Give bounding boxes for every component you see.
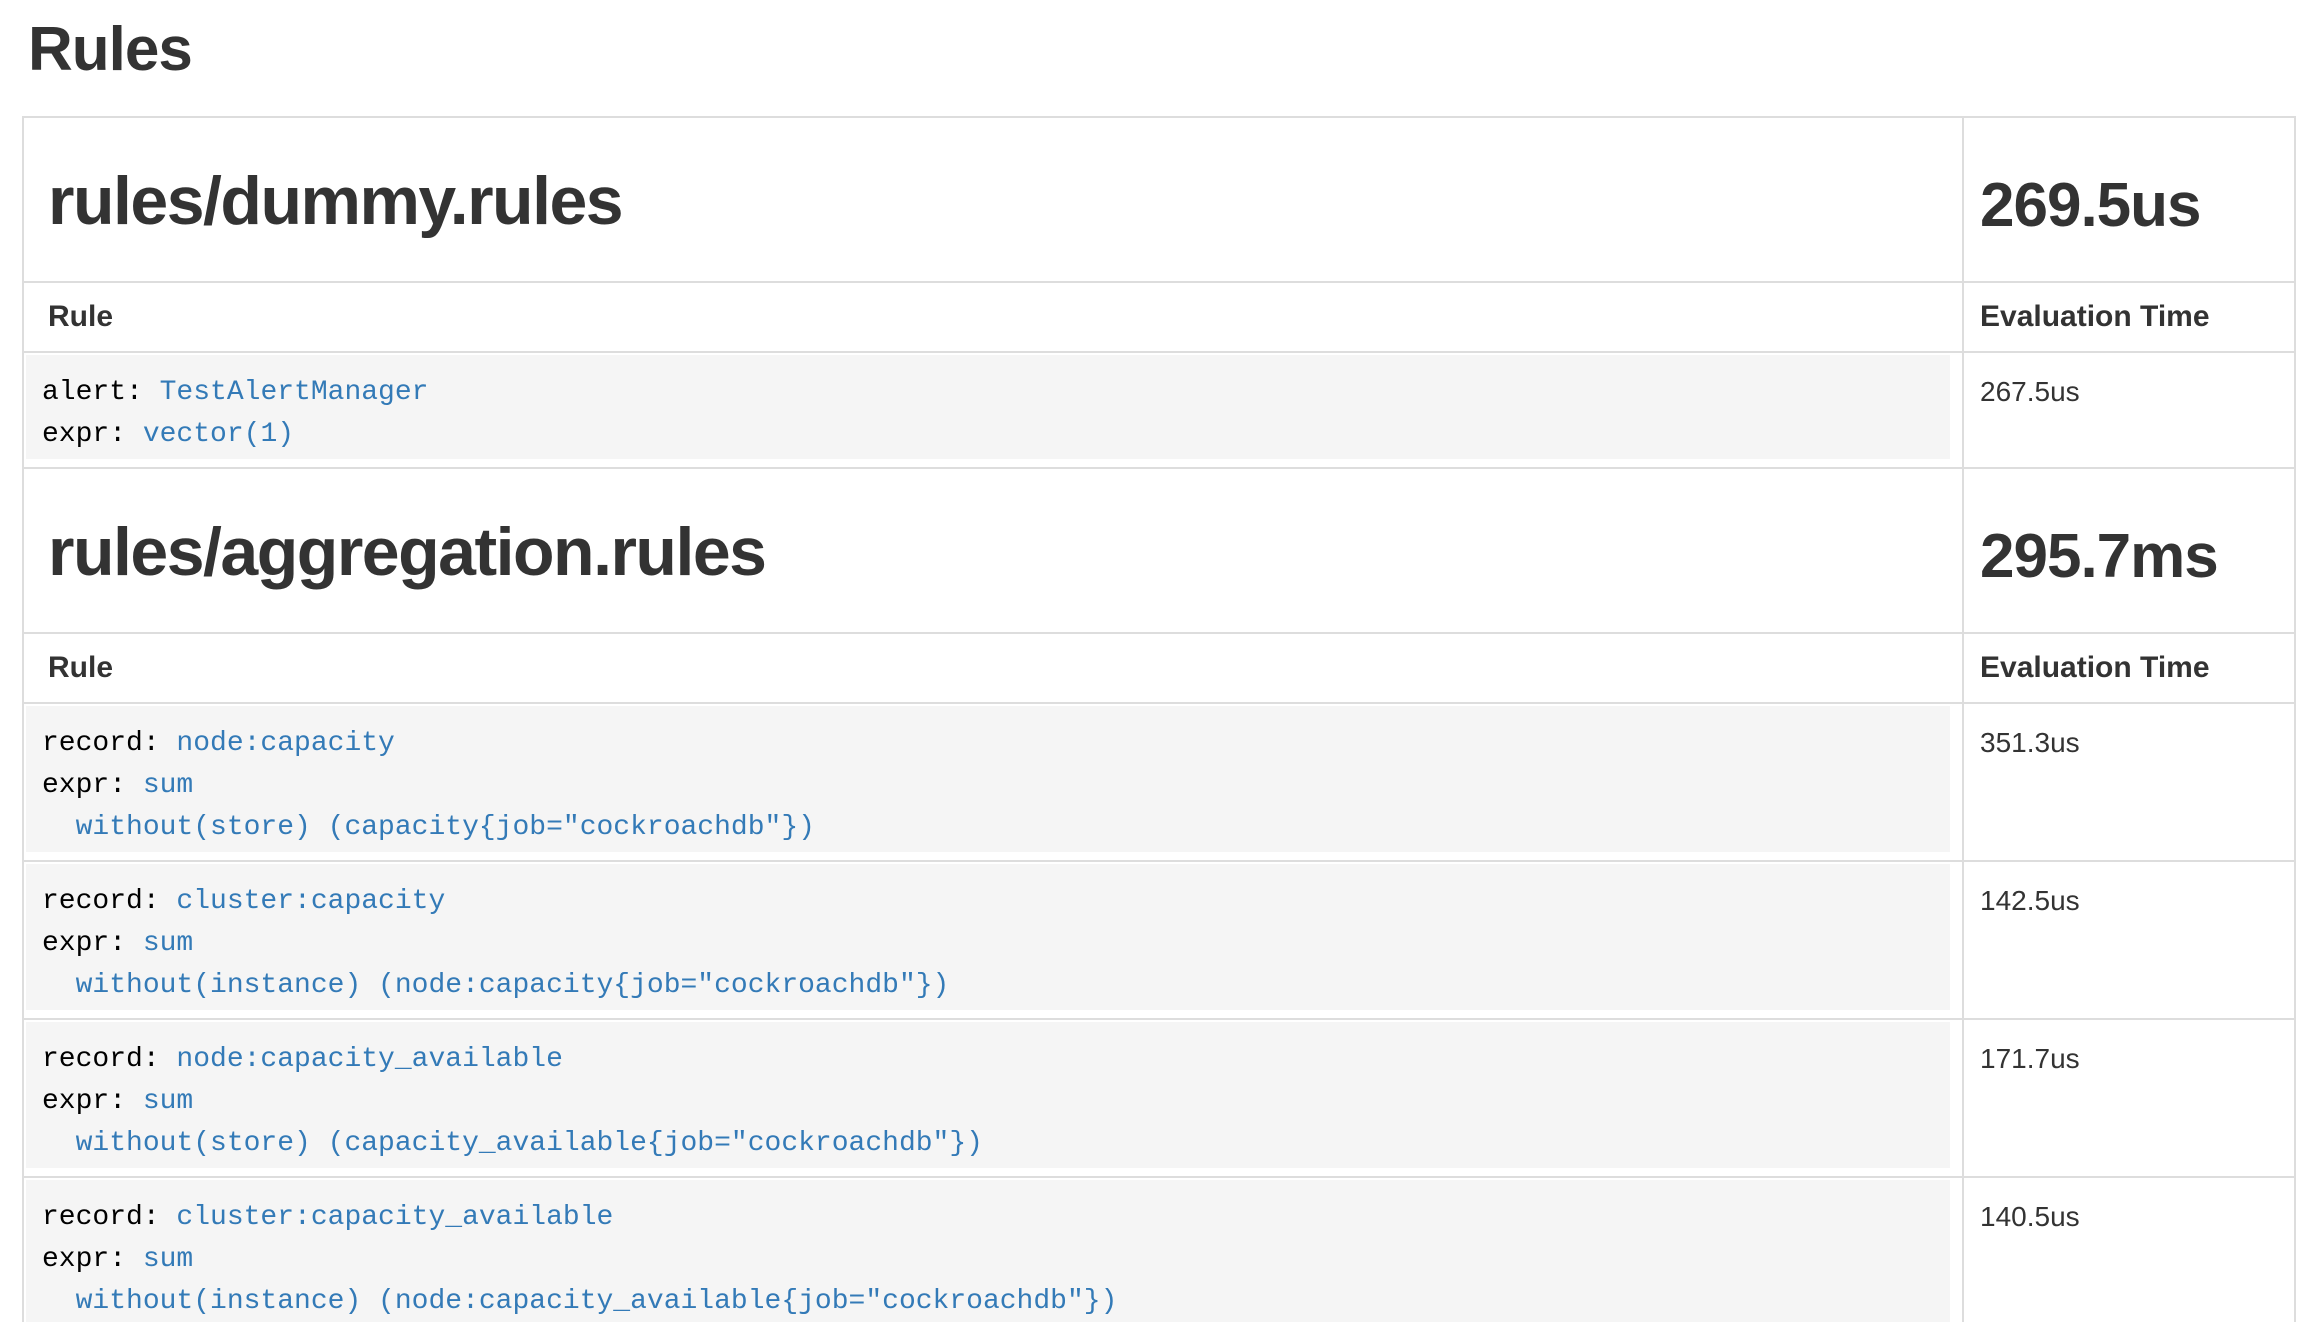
page-title: Rules — [28, 16, 2296, 84]
time-column-header: Evaluation Time — [1963, 633, 2295, 703]
code-line: expr: vector(1) — [42, 414, 1926, 456]
code-line: without(store) (capacity{job="cockroachd… — [42, 807, 1926, 849]
code-line: without(instance) (node:capacity_availab… — [42, 1281, 1926, 1322]
rule-link[interactable]: node:capacity_available — [176, 1044, 562, 1075]
group-header-row: rules/dummy.rules 269.5us — [23, 117, 2295, 282]
rule-link[interactable]: vector(1) — [143, 419, 294, 450]
rule-evaluation-time: 171.7us — [1963, 1019, 2295, 1177]
rule-link[interactable]: without(instance) (node:capacity{job="co… — [42, 970, 949, 1001]
rule-link[interactable]: sum — [143, 1244, 193, 1275]
rule-link[interactable]: node:capacity — [176, 728, 394, 759]
code-text: expr: — [42, 770, 143, 801]
code-line: expr: sum — [42, 1081, 1926, 1123]
code-text: alert: — [42, 377, 160, 408]
rule-code-cell: alert: TestAlertManagerexpr: vector(1) — [23, 352, 1963, 468]
rule-row: record: cluster:capacityexpr: sum withou… — [23, 861, 2295, 1019]
rule-code-block: record: node:capacity_availableexpr: sum… — [26, 1022, 1950, 1168]
code-text: expr: — [42, 1244, 143, 1275]
rule-link[interactable]: cluster:capacity — [176, 886, 445, 917]
rule-code-cell: record: node:capacity_availableexpr: sum… — [23, 1019, 1963, 1177]
group-file-name: rules/aggregation.rules — [23, 468, 1963, 633]
code-line: record: node:capacity — [42, 723, 1926, 765]
rule-link[interactable]: sum — [143, 770, 193, 801]
code-text: record: — [42, 1044, 176, 1075]
rule-code-block: record: cluster:capacity_availableexpr: … — [26, 1180, 1950, 1322]
code-text: expr: — [42, 1086, 143, 1117]
rule-link[interactable]: cluster:capacity_available — [176, 1202, 613, 1233]
code-line: expr: sum — [42, 923, 1926, 965]
group-file-name: rules/dummy.rules — [23, 117, 1963, 282]
code-line: alert: TestAlertManager — [42, 372, 1926, 414]
rule-code-cell: record: cluster:capacity_availableexpr: … — [23, 1177, 1963, 1322]
rule-link[interactable]: without(store) (capacity{job="cockroachd… — [42, 812, 815, 843]
rule-link[interactable]: without(store) (capacity_available{job="… — [42, 1128, 983, 1159]
rule-row: alert: TestAlertManagerexpr: vector(1) 2… — [23, 352, 2295, 468]
rule-code-cell: record: cluster:capacityexpr: sum withou… — [23, 861, 1963, 1019]
code-text: record: — [42, 728, 176, 759]
code-text: record: — [42, 886, 176, 917]
code-line: expr: sum — [42, 1239, 1926, 1281]
column-header-row: Rule Evaluation Time — [23, 633, 2295, 703]
rule-evaluation-time: 351.3us — [1963, 703, 2295, 861]
code-text: expr: — [42, 928, 143, 959]
rule-code-block: alert: TestAlertManagerexpr: vector(1) — [26, 355, 1950, 459]
rule-row: record: node:capacityexpr: sum without(s… — [23, 703, 2295, 861]
code-text: expr: — [42, 419, 143, 450]
code-line: without(instance) (node:capacity{job="co… — [42, 965, 1926, 1007]
rule-link[interactable]: sum — [143, 928, 193, 959]
code-line: without(store) (capacity_available{job="… — [42, 1123, 1926, 1165]
group-header-row: rules/aggregation.rules 295.7ms — [23, 468, 2295, 633]
rule-evaluation-time: 140.5us — [1963, 1177, 2295, 1322]
rule-row: record: node:capacity_availableexpr: sum… — [23, 1019, 2295, 1177]
column-header-row: Rule Evaluation Time — [23, 282, 2295, 352]
rule-column-header: Rule — [23, 282, 1963, 352]
rules-page: Rules rules/dummy.rules 269.5us Rule Eva… — [0, 16, 2316, 1322]
rule-code-block: record: cluster:capacityexpr: sum withou… — [26, 864, 1950, 1010]
group-evaluation-time: 295.7ms — [1963, 468, 2295, 633]
rules-table: rules/dummy.rules 269.5us Rule Evaluatio… — [22, 116, 2296, 1322]
rule-evaluation-time: 267.5us — [1963, 352, 2295, 468]
rule-row: record: cluster:capacity_availableexpr: … — [23, 1177, 2295, 1322]
rule-link[interactable]: TestAlertManager — [160, 377, 429, 408]
rule-link[interactable]: without(instance) (node:capacity_availab… — [42, 1286, 1117, 1317]
code-text: record: — [42, 1202, 176, 1233]
code-line: record: node:capacity_available — [42, 1039, 1926, 1081]
rule-link[interactable]: sum — [143, 1086, 193, 1117]
rule-evaluation-time: 142.5us — [1963, 861, 2295, 1019]
time-column-header: Evaluation Time — [1963, 282, 2295, 352]
group-evaluation-time: 269.5us — [1963, 117, 2295, 282]
rule-code-block: record: node:capacityexpr: sum without(s… — [26, 706, 1950, 852]
code-line: record: cluster:capacity_available — [42, 1197, 1926, 1239]
rule-code-cell: record: node:capacityexpr: sum without(s… — [23, 703, 1963, 861]
code-line: record: cluster:capacity — [42, 881, 1926, 923]
rule-column-header: Rule — [23, 633, 1963, 703]
code-line: expr: sum — [42, 765, 1926, 807]
